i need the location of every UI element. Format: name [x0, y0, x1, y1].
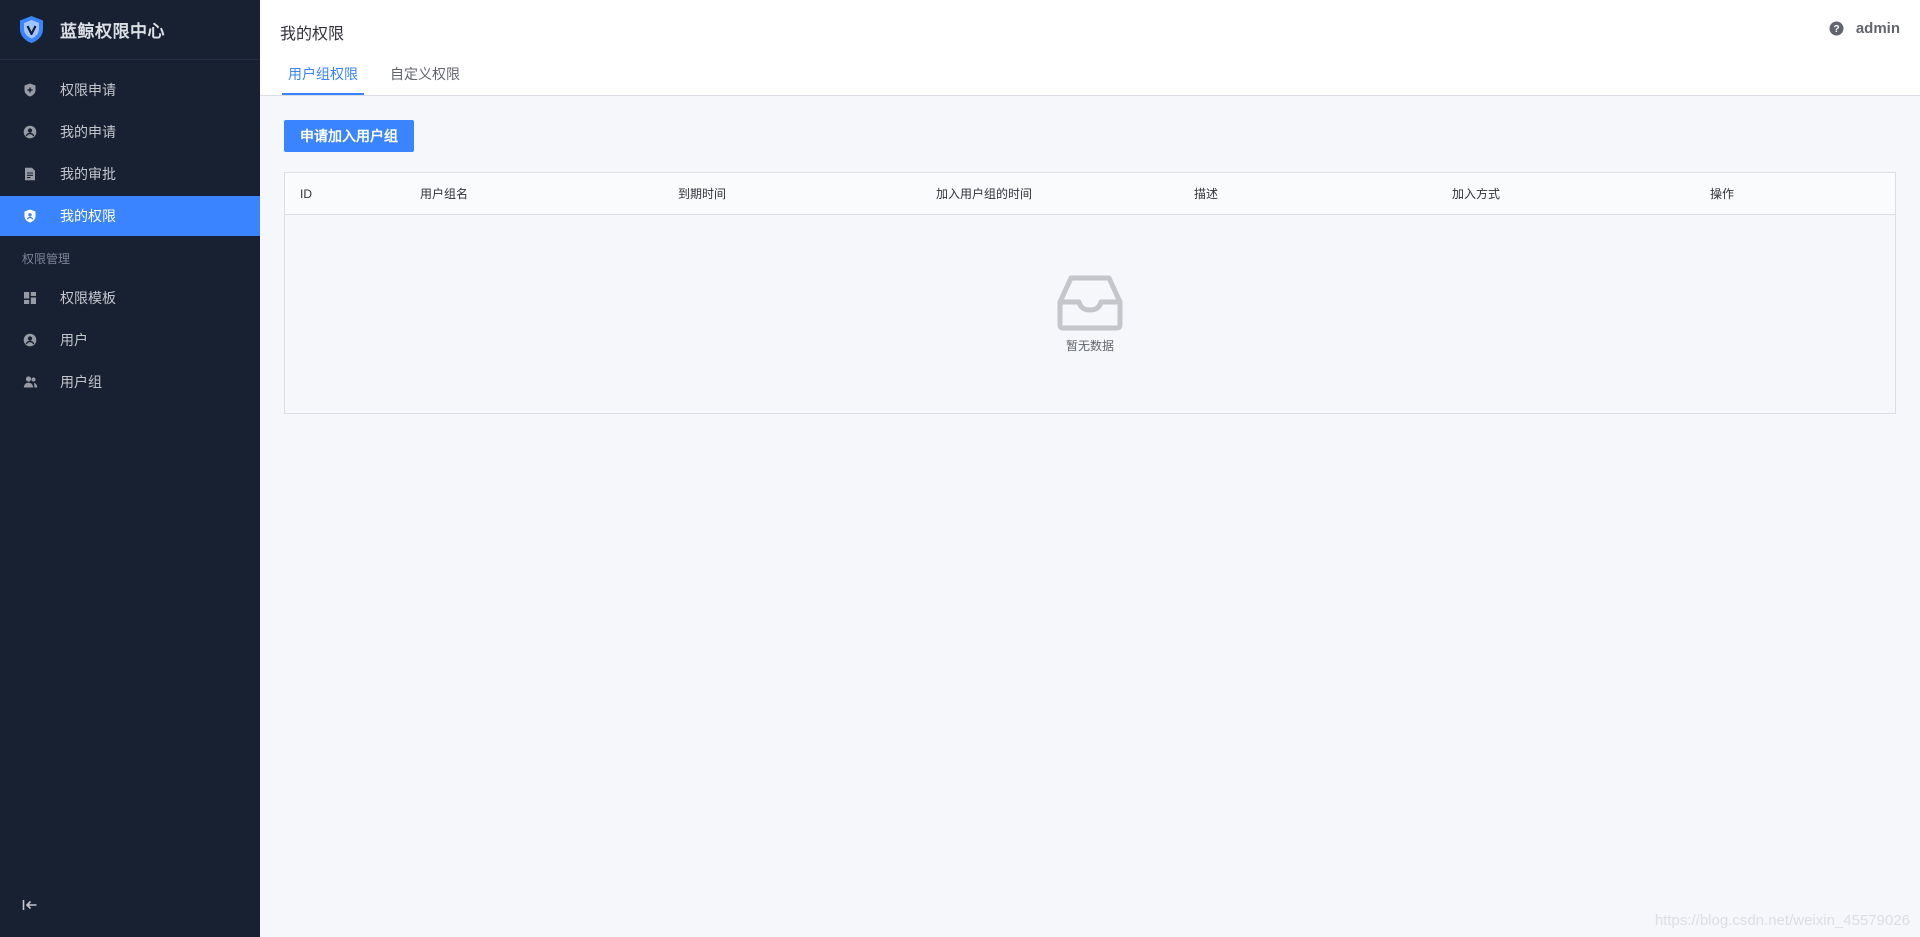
- table-empty-state: 暂无数据: [285, 215, 1895, 413]
- help-icon[interactable]: ?: [1829, 21, 1844, 36]
- users-icon: [22, 374, 38, 390]
- shield-user-icon: [22, 208, 38, 224]
- sidebar-item-label: 我的审批: [60, 166, 116, 182]
- page-title: 我的权限: [280, 26, 345, 43]
- tabs: 用户组权限 自定义权限: [282, 55, 486, 95]
- sidebar-group-title: 权限管理: [22, 251, 71, 266]
- document-icon: [22, 166, 38, 182]
- user-circle-icon: [22, 124, 38, 140]
- column-header-actions: 操作: [1710, 187, 1735, 201]
- sidebar: 蓝鲸权限中心 权限申请 我的申请 我的审批 我的权限 权限管理 权限模板 用户 …: [0, 0, 260, 937]
- shield-logo-icon: [18, 15, 45, 44]
- svg-text:?: ?: [1833, 24, 1839, 35]
- user-name[interactable]: admin: [1856, 20, 1900, 37]
- sidebar-nav: 权限申请 我的申请 我的审批 我的权限 权限管理 权限模板 用户 用户组: [0, 60, 260, 402]
- grid-icon: [22, 290, 38, 306]
- column-header-join-time: 加入用户组的时间: [936, 187, 1033, 201]
- watermark: https://blog.csdn.net/weixin_45579026: [1654, 912, 1910, 929]
- main-area: 我的权限 ? admin 用户组权限 自定义权限 申请加入用户组 ID 用户组名…: [260, 0, 1920, 937]
- user-circle-icon: [22, 332, 38, 348]
- collapse-left-icon: [22, 898, 38, 917]
- empty-text: 暂无数据: [1065, 338, 1114, 353]
- sidebar-item-permission-apply[interactable]: 权限申请: [0, 70, 260, 110]
- content: 申请加入用户组 ID 用户组名 到期时间 加入用户组的时间 描述 加入方式 操作: [260, 96, 1920, 438]
- app-root: 蓝鲸权限中心 权限申请 我的申请 我的审批 我的权限 权限管理 权限模板 用户 …: [0, 0, 1920, 937]
- apply-join-group-button[interactable]: 申请加入用户组: [284, 120, 414, 152]
- sidebar-item-users[interactable]: 用户: [0, 320, 260, 360]
- empty-inbox-icon: [1057, 275, 1123, 331]
- sidebar-item-permission-template[interactable]: 权限模板: [0, 278, 260, 318]
- sidebar-item-label: 用户组: [60, 374, 102, 390]
- column-header-description: 描述: [1194, 187, 1219, 201]
- sidebar-item-label: 权限模板: [60, 290, 116, 306]
- sidebar-item-label: 权限申请: [60, 82, 116, 98]
- tab-user-group-permission[interactable]: 用户组权限: [282, 55, 364, 95]
- sidebar-item-label: 我的权限: [60, 208, 116, 224]
- table-header: ID 用户组名 到期时间 加入用户组的时间 描述 加入方式 操作: [285, 173, 1895, 215]
- column-header-join-method: 加入方式: [1452, 187, 1501, 201]
- column-header-group-name: 用户组名: [420, 187, 469, 201]
- permission-table: ID 用户组名 到期时间 加入用户组的时间 描述 加入方式 操作 暂无数据: [284, 172, 1896, 414]
- tab-custom-permission[interactable]: 自定义权限: [384, 55, 466, 95]
- sidebar-item-label: 用户: [60, 332, 88, 348]
- header-user-area: ? admin: [1829, 20, 1900, 37]
- brand-title: 蓝鲸权限中心: [60, 22, 165, 41]
- column-header-id: ID: [300, 186, 312, 201]
- sidebar-item-my-approval[interactable]: 我的审批: [0, 154, 260, 194]
- sidebar-item-user-groups[interactable]: 用户组: [0, 362, 260, 402]
- sidebar-collapse-button[interactable]: [20, 897, 40, 917]
- sidebar-item-label: 我的申请: [60, 124, 116, 140]
- header: 我的权限 ? admin 用户组权限 自定义权限: [260, 0, 1920, 96]
- column-header-expire-time: 到期时间: [678, 187, 727, 201]
- brand[interactable]: 蓝鲸权限中心: [0, 0, 260, 60]
- sidebar-item-my-permission[interactable]: 我的权限: [0, 196, 260, 236]
- shield-plus-icon: [22, 82, 38, 98]
- sidebar-item-my-apply[interactable]: 我的申请: [0, 112, 260, 152]
